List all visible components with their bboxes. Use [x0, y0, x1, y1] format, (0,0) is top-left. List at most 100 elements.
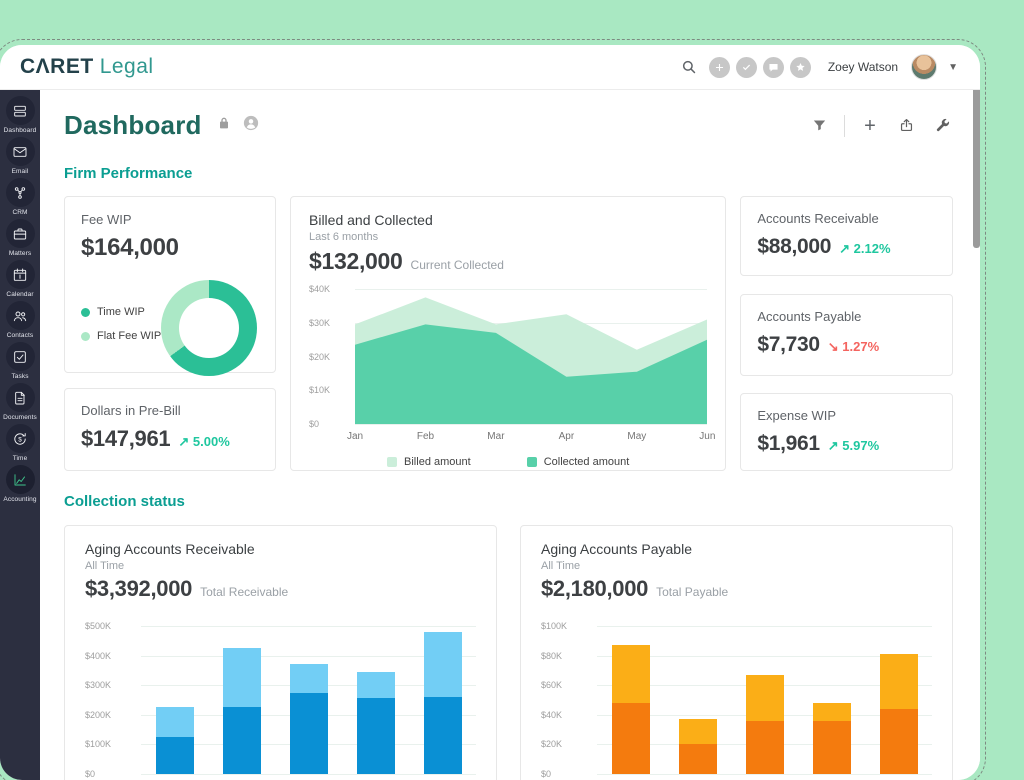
sidebar-item-crm[interactable]: CRM: [0, 178, 40, 216]
sidebar-item-time[interactable]: $Time: [0, 424, 40, 462]
bar-segment: [424, 632, 462, 697]
bar-stack[interactable]: [424, 632, 462, 774]
y-axis-tick-label: $300K: [85, 680, 111, 690]
sidebar-item-label: CRM: [12, 209, 27, 216]
sidebar-item-accounting[interactable]: Accounting: [0, 465, 40, 503]
bar-stack[interactable]: [290, 664, 328, 774]
sidebar-item-email[interactable]: Email: [0, 137, 40, 175]
filter-icon[interactable]: [808, 115, 830, 137]
sidebar-item-tasks[interactable]: Tasks: [0, 342, 40, 380]
aging-receivable-card: Aging Accounts Receivable All Time $3,39…: [64, 525, 497, 780]
sidebar-nav: Dashboard Email CRM Matters Calendar Contacts…: [0, 90, 40, 780]
quick-actions: [709, 57, 811, 78]
brand-primary: CΛRET: [20, 55, 94, 79]
matters-icon: [6, 219, 35, 248]
chat-circle-icon[interactable]: [763, 57, 784, 78]
section-collection-status: Collection status: [64, 493, 953, 510]
sidebar-item-dashboard[interactable]: Dashboard: [0, 96, 40, 134]
y-axis-tick-label: $400K: [85, 651, 111, 661]
app-window: CΛRET Legal Zoey Watson ▼ Dashboard Email…: [0, 45, 980, 780]
card-title: Fee WIP: [81, 212, 259, 227]
x-axis-tick-label: Jun: [699, 431, 715, 442]
gridline: [141, 774, 476, 775]
y-axis-tick-label: $30K: [309, 318, 330, 328]
sidebar-item-contacts[interactable]: Contacts: [0, 301, 40, 339]
lock-icon: [216, 115, 232, 136]
sidebar-item-label: Email: [12, 168, 29, 175]
x-axis-tick-label: Feb: [417, 431, 434, 442]
vertical-scrollbar[interactable]: [973, 90, 980, 248]
bar-stack[interactable]: [880, 654, 918, 774]
y-axis-tick-label: $20K: [541, 739, 562, 749]
bar-segment: [357, 672, 395, 698]
legend-item: Time WIP: [81, 306, 161, 318]
export-icon[interactable]: [895, 115, 917, 137]
accounting-icon: [6, 465, 35, 494]
bar-stack[interactable]: [746, 675, 784, 774]
expense-wip-card: Expense WIP $1,961 ↗ 5.97%: [740, 393, 953, 471]
accounts-receivable-card: Accounts Receivable $88,000 ↗ 2.12%: [740, 196, 953, 276]
y-axis-tick-label: $40K: [541, 710, 562, 720]
bar-segment: [156, 737, 194, 774]
section-firm-performance: Firm Performance: [64, 165, 953, 182]
x-axis-tick-label: Apr: [559, 431, 575, 442]
y-axis-tick-label: $500K: [85, 621, 111, 631]
accounts-payable-value: $7,730: [757, 333, 819, 357]
svg-text:$: $: [18, 436, 22, 443]
billed-collected-card: Billed and Collected Last 6 months $132,…: [290, 196, 726, 471]
bar-segment: [223, 648, 261, 706]
card-title: Accounts Receivable: [757, 211, 936, 226]
bar-stack[interactable]: [612, 645, 650, 774]
accounts-payable-card: Accounts Payable $7,730 ↘ 1.27%: [740, 294, 953, 376]
sidebar-item-calendar[interactable]: Calendar: [0, 260, 40, 298]
sidebar-item-matters[interactable]: Matters: [0, 219, 40, 257]
add-widget-icon[interactable]: +: [859, 115, 881, 137]
y-axis-tick-label: $200K: [85, 710, 111, 720]
bar-stack[interactable]: [679, 719, 717, 774]
area-chart-plot: [355, 289, 707, 424]
contacts-icon: [6, 301, 35, 330]
bar-segment: [156, 707, 194, 737]
aging-receivable-bar-chart[interactable]: $500K$400K$300K$200K$100K$0: [85, 626, 476, 774]
settings-wrench-icon[interactable]: [931, 115, 953, 137]
search-icon[interactable]: [678, 56, 700, 78]
aging-payable-bar-chart[interactable]: $100K$80K$60K$40K$20K$0: [541, 626, 932, 774]
y-axis-tick-label: $10K: [309, 385, 330, 395]
delta-badge: ↗ 5.00%: [178, 434, 229, 450]
pre-bill-value: $147,961: [81, 426, 170, 452]
bar-segment: [290, 664, 328, 693]
gridline: [597, 774, 932, 775]
bar-stack[interactable]: [357, 672, 395, 774]
y-axis-tick-label: $0: [309, 419, 319, 429]
bar-segment: [223, 707, 261, 774]
x-axis-tick-label: Jan: [347, 431, 363, 442]
bar-stack[interactable]: [813, 703, 851, 774]
bar-stack[interactable]: [156, 707, 194, 774]
sidebar-item-label: Documents: [3, 414, 37, 421]
check-circle-icon[interactable]: [736, 57, 757, 78]
y-axis-tick-label: $100K: [541, 621, 567, 631]
brand-logo[interactable]: CΛRET Legal: [20, 55, 154, 79]
legend-item: Flat Fee WIP: [81, 330, 161, 342]
sidebar-item-documents[interactable]: Documents: [0, 383, 40, 421]
value-suffix: Total Receivable: [200, 585, 288, 599]
sidebar-item-label: Tasks: [11, 373, 28, 380]
add-circle-icon[interactable]: [709, 57, 730, 78]
time-icon: $: [6, 424, 35, 453]
user-avatar[interactable]: [911, 54, 937, 80]
x-axis-tick-label: Mar: [487, 431, 504, 442]
bar-segment: [612, 703, 650, 774]
sidebar-item-label: Accounting: [3, 496, 36, 503]
owner-avatar-icon: [242, 114, 260, 137]
aging-payable-card: Aging Accounts Payable All Time $2,180,0…: [520, 525, 953, 780]
star-circle-icon[interactable]: [790, 57, 811, 78]
bar-segment: [612, 645, 650, 703]
area-chart[interactable]: $40K$30K$20K$10K$0: [309, 289, 707, 424]
fee-wip-donut-chart[interactable]: [161, 280, 257, 376]
sidebar-item-label: Calendar: [6, 291, 33, 298]
user-menu-caret-icon[interactable]: ▼: [948, 62, 958, 73]
top-bar: CΛRET Legal Zoey Watson ▼: [0, 45, 980, 90]
bar-stack[interactable]: [223, 648, 261, 774]
user-name[interactable]: Zoey Watson: [828, 60, 898, 74]
delta-badge: ↗ 2.12%: [839, 241, 890, 257]
